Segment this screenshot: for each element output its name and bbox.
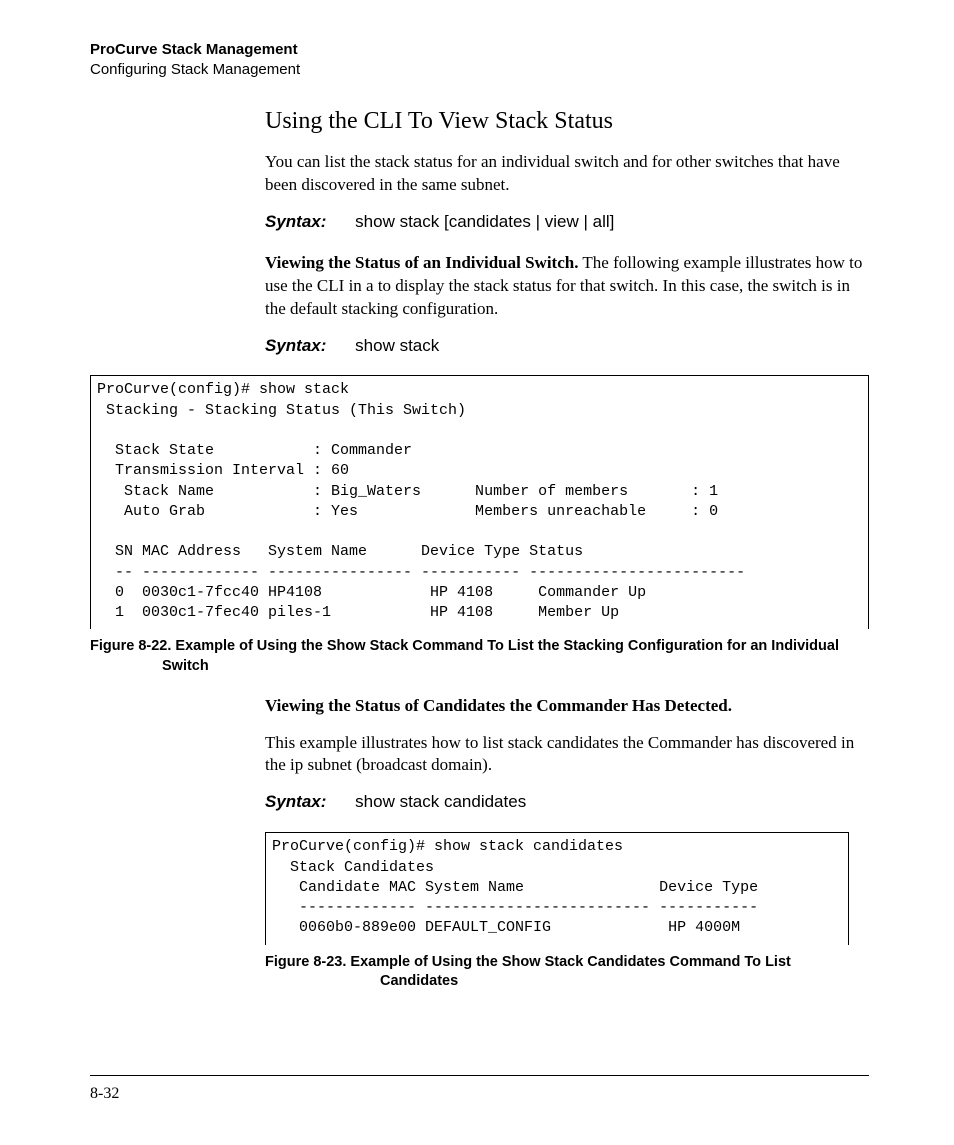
candidates-heading: Viewing the Status of Candidates the Com… [265, 695, 869, 718]
running-head-section: Configuring Stack Management [90, 60, 869, 80]
syntax-line-1: Syntax: show stack [candidates | view | … [265, 211, 869, 234]
body-column-lower: Viewing the Status of Candidates the Com… [265, 695, 869, 815]
figure-22-caption: Figure 8-22. Example of Using the Show S… [90, 637, 869, 676]
footer-rule [90, 1075, 869, 1076]
syntax-label: Syntax: [265, 212, 326, 231]
page-footer: 8-32 [90, 1075, 869, 1105]
syntax-label: Syntax: [265, 792, 326, 811]
syntax-value: show stack candidates [355, 792, 526, 811]
page: ProCurve Stack Management Configuring St… [0, 0, 954, 1145]
figure-22-output: ProCurve(config)# show stack Stacking - … [90, 375, 869, 629]
syntax-line-2: Syntax: show stack [265, 335, 869, 358]
section-title: Using the CLI To View Stack Status [265, 105, 869, 137]
runin-heading: Viewing the Status of an Individual Swit… [265, 253, 578, 272]
running-head-chapter: ProCurve Stack Management [90, 40, 869, 60]
body-column: Using the CLI To View Stack Status You c… [265, 105, 869, 358]
candidates-body: This example illustrates how to list sta… [265, 732, 869, 778]
figure-23-caption: Figure 8-23. Example of Using the Show S… [265, 953, 869, 992]
figure-23-output: ProCurve(config)# show stack candidates … [265, 832, 849, 944]
intro-paragraph: You can list the stack status for an ind… [265, 151, 869, 197]
syntax-value: show stack [355, 336, 439, 355]
syntax-line-3: Syntax: show stack candidates [265, 791, 869, 814]
syntax-value: show stack [candidates | view | all] [355, 212, 614, 231]
syntax-label: Syntax: [265, 336, 326, 355]
page-number: 8-32 [90, 1085, 119, 1102]
running-head: ProCurve Stack Management Configuring St… [90, 40, 869, 81]
individual-switch-paragraph: Viewing the Status of an Individual Swit… [265, 252, 869, 321]
runin-heading: Viewing the Status of Candidates the Com… [265, 696, 732, 715]
